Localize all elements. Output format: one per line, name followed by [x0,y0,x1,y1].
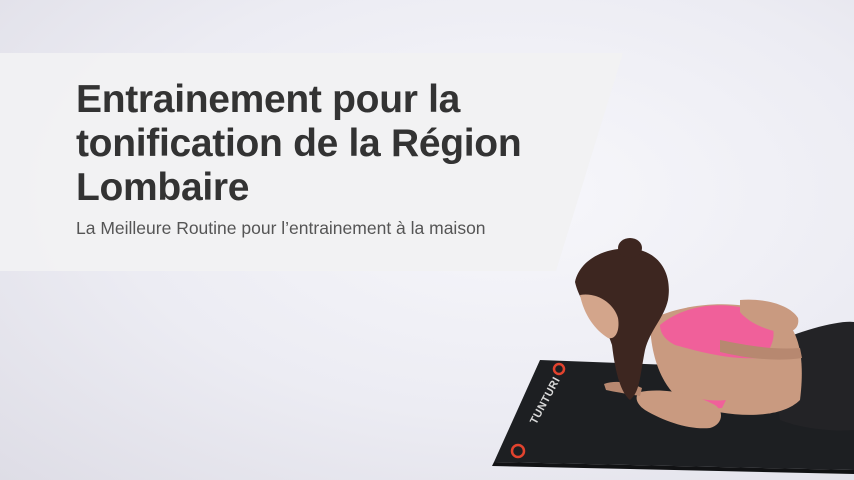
hair-bun [618,238,642,258]
workout-photo: TUNTURI [492,238,854,474]
